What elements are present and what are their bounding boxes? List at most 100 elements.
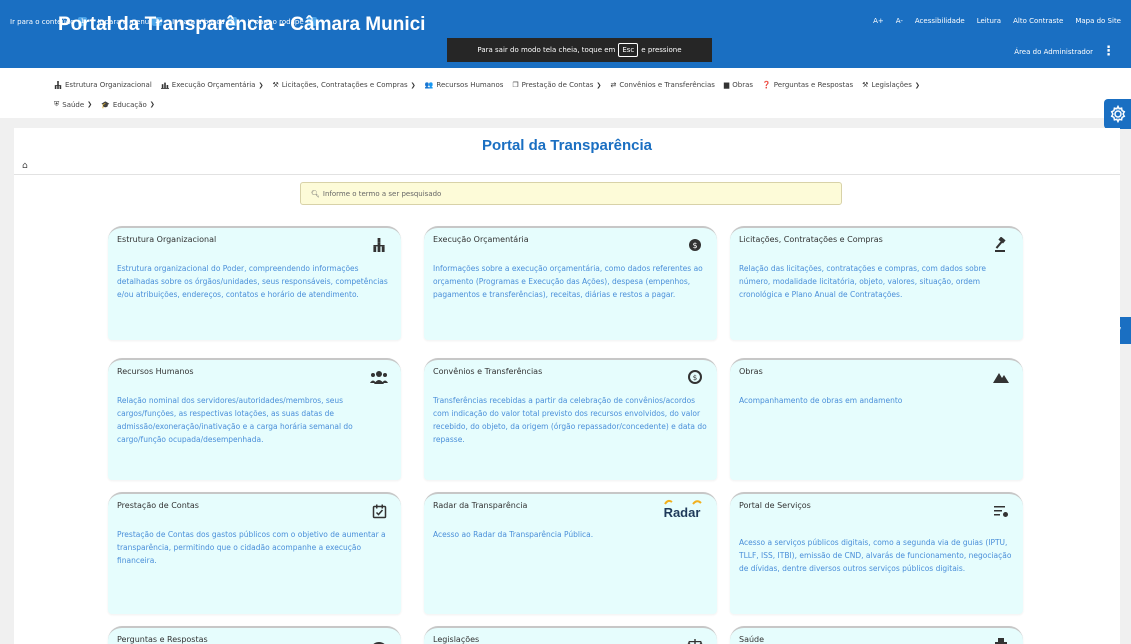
hospital-icon: ⛨ [54, 100, 60, 108]
hammer-icon: ⚒ [862, 81, 869, 89]
kebab-menu-icon[interactable]: ⋮ [1102, 44, 1115, 59]
nav-item-estrutura[interactable]: Estrutura Organizacional [54, 81, 152, 89]
chart-icon [160, 82, 169, 89]
card-title: Convênios e Transferências [433, 367, 543, 376]
card-title: Recursos Humanos [117, 367, 194, 376]
card-description: Acesso ao Radar da Transparência Pública… [433, 530, 594, 539]
card-description: Transferências recebidas a partir da cel… [433, 396, 707, 444]
nav-label: Recursos Humanos [436, 81, 504, 89]
site-title[interactable]: Portal da Transparência - Câmara Munici [58, 14, 443, 36]
card-radar-transparencia[interactable]: Radar da Transparência Radar Acesso ao R… [424, 492, 717, 614]
card-portal-servicos[interactable]: Portal de Serviços Acesso a serviços púb… [730, 492, 1023, 614]
nav-item-educacao[interactable]: 🎓 Educação ❯ [101, 100, 155, 109]
gear-icon [1110, 105, 1125, 123]
nav-label: Educação [112, 100, 147, 109]
search-placeholder: Informe o termo a ser pesquisado [322, 189, 442, 198]
building-icon: ▆ [723, 81, 730, 89]
card-execucao-orcamentaria[interactable]: Execução Orçamentária $ Informações sobr… [424, 226, 717, 340]
card-title: Estrutura Organizacional [117, 235, 217, 244]
toast-text-before: Para sair do modo tela cheia, toque em [477, 46, 616, 54]
radar-logo: Radar [657, 498, 707, 520]
esc-key: Esc [618, 43, 639, 57]
scales-icon [685, 636, 705, 644]
card-description: Relação das licitações, contratações e c… [739, 264, 986, 299]
card-obras[interactable]: Obras Acompanhamento de obras em andamen… [730, 358, 1023, 480]
nav-item-convenios[interactable]: ⇄ Convênios e Transferências [610, 81, 714, 89]
nav-item-execucao[interactable]: Execução Orçamentária ❯ [160, 81, 264, 89]
chevron-down-icon: ❯ [87, 101, 93, 108]
nav-label: Estrutura Organizacional [65, 81, 152, 89]
nav-label: Perguntas e Respostas [773, 81, 854, 89]
divider [14, 174, 1120, 175]
accessibility-link[interactable]: Acessibilidade [915, 17, 965, 25]
chevron-down-icon: ❯ [410, 81, 416, 89]
nav-item-legislacoes[interactable]: ⚒ Legislações ❯ [862, 81, 920, 89]
users-icon: 👥 [424, 81, 434, 89]
main-nav: Estrutura Organizacional Execução Orçame… [0, 68, 1131, 118]
card-title: Legislações [433, 635, 480, 644]
nav-item-prestacao[interactable]: ❐ Prestação de Contas ❯ [512, 81, 601, 89]
calendar-check-icon [369, 502, 389, 520]
card-convenios[interactable]: Convênios e Transferências $ Transferênc… [424, 358, 717, 480]
chevron-down-icon: ❯ [596, 81, 602, 89]
card-title: Radar da Transparência [433, 501, 528, 510]
search-icon: 🔍︎ [311, 189, 320, 198]
card-description: Acompanhamento de obras em andamento [739, 396, 903, 405]
sitemap-link[interactable]: Mapa do Site [1075, 17, 1121, 25]
card-title: Obras [739, 367, 763, 376]
font-increase-button[interactable]: A+ [873, 17, 884, 25]
svg-text:$: $ [692, 241, 697, 250]
card-description: Estrutura organizacional do Poder, compr… [117, 264, 388, 299]
font-decrease-button[interactable]: A- [896, 17, 903, 25]
nav-item-perguntas[interactable]: ❓ Perguntas e Respostas [762, 81, 853, 89]
card-prestacao-contas[interactable]: Prestação de Contas Prestação de Contas … [108, 492, 401, 614]
settings-button[interactable] [1104, 99, 1131, 129]
card-title: Prestação de Contas [117, 501, 199, 510]
nav-label: Legislações [871, 81, 912, 89]
gavel-icon [991, 236, 1011, 254]
card-estrutura-organizacional[interactable]: Estrutura Organizacional Estrutura organ… [108, 226, 401, 340]
accessibility-tools: A+ A- Acessibilidade Leitura Alto Contra… [873, 17, 1121, 25]
question-icon: ❓ [762, 81, 771, 89]
sitemap-icon [54, 81, 62, 89]
coin-icon: $ [685, 236, 705, 254]
card-title: Execução Orçamentária [433, 235, 529, 244]
card-description: Informações sobre a execução orçamentári… [433, 264, 703, 299]
transfer-icon: $ [685, 368, 705, 386]
nav-item-rh[interactable]: 👥 Recursos Humanos [425, 81, 504, 89]
services-icon [991, 502, 1011, 520]
nav-label: Convênios e Transferências [619, 81, 715, 89]
nav-row-2: ⛨ Saúde ❯ 🎓 Educação ❯ [54, 100, 155, 109]
card-title: Saúde [739, 635, 765, 644]
hospital-icon [991, 636, 1011, 644]
card-recursos-humanos[interactable]: Recursos Humanos Relação nominal dos ser… [108, 358, 401, 480]
high-contrast-link[interactable]: Alto Contraste [1013, 17, 1063, 25]
reading-link[interactable]: Leitura [977, 17, 1001, 25]
nav-row-1: Estrutura Organizacional Execução Orçame… [54, 81, 920, 89]
nav-label: Obras [732, 81, 754, 89]
admin-area-link[interactable]: Área do Administrador [1014, 48, 1093, 56]
card-licitacoes[interactable]: Licitações, Contratações e Compras Relaç… [730, 226, 1023, 340]
nav-label: Licitações, Contratações e Compras [281, 81, 408, 89]
card-saude[interactable]: Saúde [730, 626, 1023, 644]
search-input[interactable]: 🔍︎ Informe o termo a ser pesquisado [300, 182, 842, 205]
content-panel: Portal da Transparência ⌂ 🔍︎ Informe o t… [14, 128, 1120, 644]
exchange-icon: ⇄ [610, 81, 617, 89]
card-perguntas-respostas[interactable]: Perguntas e Respostas [108, 626, 401, 644]
gavel-icon: ⚒ [272, 81, 279, 89]
copy-icon: ❐ [512, 81, 519, 89]
nav-item-obras[interactable]: ▆ Obras [724, 81, 753, 89]
nav-label: Saúde [62, 100, 85, 109]
nav-label: Execução Orçamentária [171, 81, 256, 89]
chevron-down-icon: ❯ [149, 101, 155, 108]
card-title: Perguntas e Respostas [117, 635, 208, 644]
sitemap-icon [369, 236, 389, 254]
svg-text:$: $ [693, 374, 697, 382]
home-icon[interactable]: ⌂ [22, 161, 28, 171]
chevron-down-icon: ❯ [914, 81, 920, 89]
nav-item-licitacoes[interactable]: ⚒ Licitações, Contratações e Compras ❯ [273, 81, 416, 89]
card-description: Prestação de Contas dos gastos públicos … [117, 530, 386, 565]
nav-item-saude[interactable]: ⛨ Saúde ❯ [54, 100, 92, 109]
card-legislacoes[interactable]: Legislações [424, 626, 717, 644]
nav-label: Prestação de Contas [521, 81, 594, 89]
